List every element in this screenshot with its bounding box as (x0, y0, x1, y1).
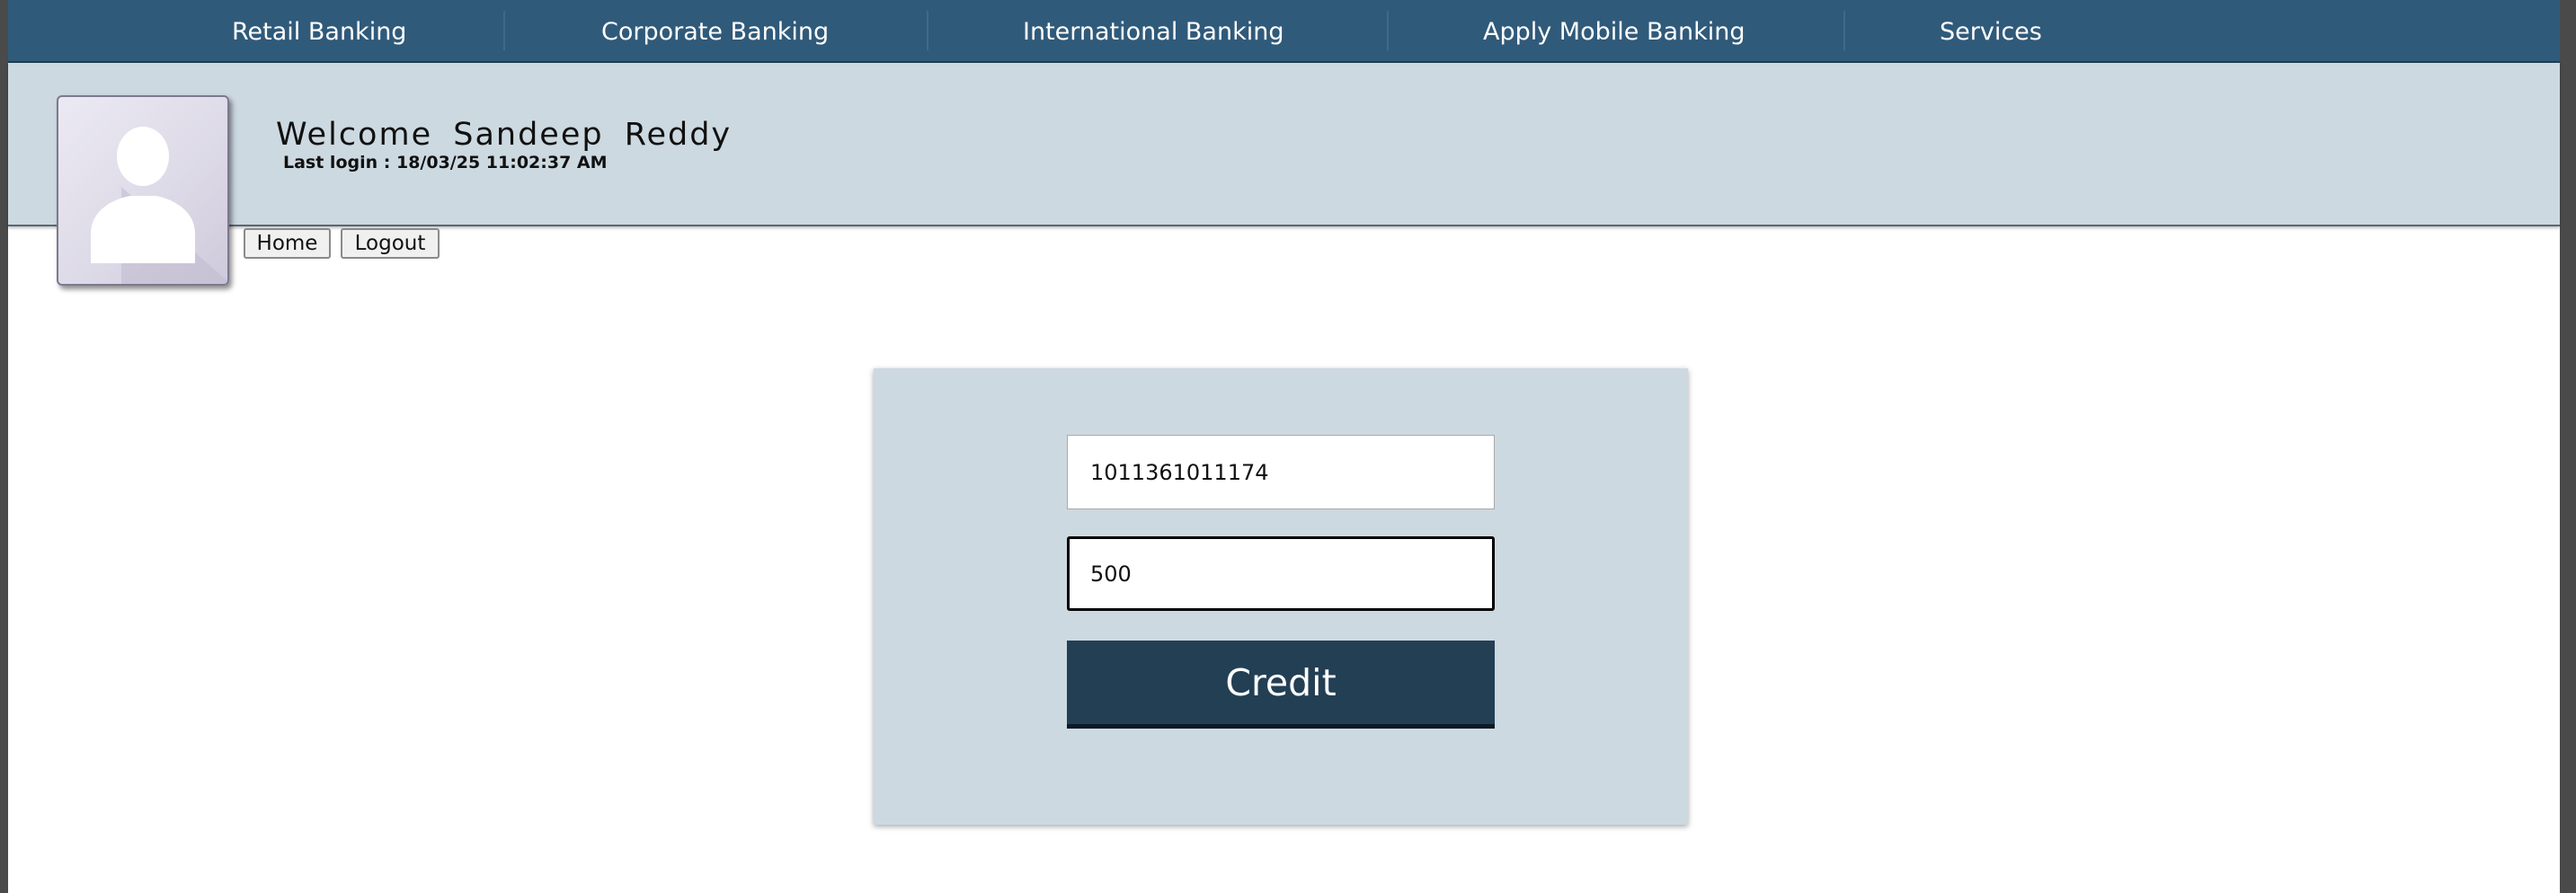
account-number-input[interactable] (1067, 435, 1495, 509)
credit-button[interactable]: Credit (1067, 641, 1495, 729)
nav-separator (1843, 11, 1845, 50)
nav-retail-banking[interactable]: Retail Banking (232, 0, 406, 61)
nav-separator (927, 11, 928, 50)
nav-services[interactable]: Services (1940, 0, 2042, 61)
user-avatar-icon (57, 95, 229, 286)
window-right-border (2560, 0, 2576, 893)
nav-international-banking[interactable]: International Banking (1023, 0, 1284, 61)
last-login-text: Last login : 18/03/25 11:02:37 AM (283, 153, 608, 172)
nav-corporate-banking[interactable]: Corporate Banking (601, 0, 829, 61)
user-silhouette-icon (91, 127, 227, 284)
nav-separator (1387, 11, 1389, 50)
window-left-border (0, 0, 8, 893)
nav-apply-mobile-banking[interactable]: Apply Mobile Banking (1483, 0, 1745, 61)
logout-button[interactable]: Logout (341, 228, 440, 259)
top-nav-bar: Retail Banking Corporate Banking Interna… (8, 0, 2560, 63)
welcome-message: Welcome Sandeep Reddy (276, 117, 733, 153)
amount-input[interactable] (1067, 536, 1495, 611)
nav-separator (503, 11, 505, 50)
home-button[interactable]: Home (244, 228, 331, 259)
